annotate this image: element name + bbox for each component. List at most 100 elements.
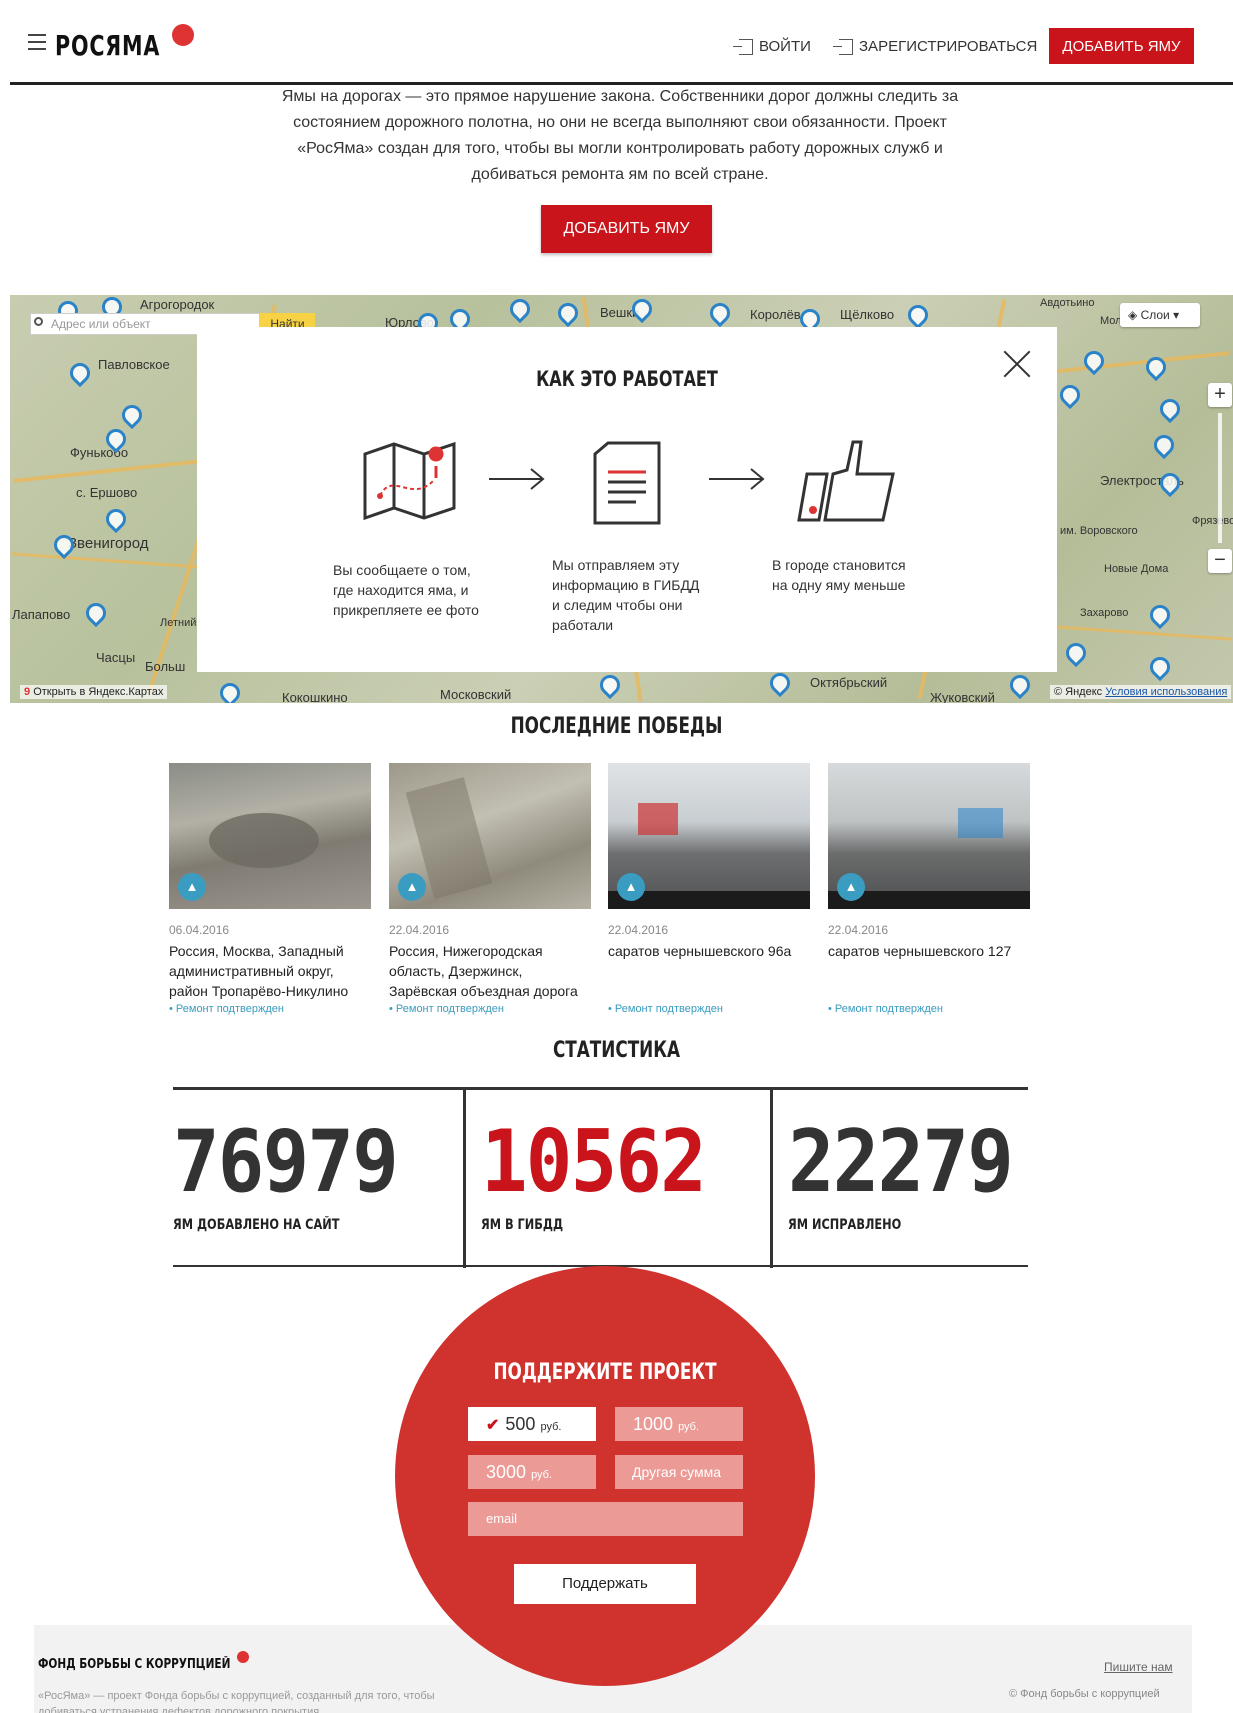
zoom-in-button[interactable]: + <box>1208 383 1232 407</box>
menu-icon[interactable] <box>28 34 46 50</box>
map-place: Лапапово <box>12 607 71 622</box>
donate-title: ПОДДЕРЖИТЕ ПРОЕКТ <box>493 1360 717 1385</box>
map-place: им. Воровского <box>1060 525 1138 537</box>
search-icon <box>34 317 43 326</box>
intro-add-pit-button[interactable]: ДОБАВИТЬ ЯМУ <box>541 205 712 253</box>
victory-address[interactable]: саратов чернышевского 127 <box>828 941 1030 1003</box>
yandex-pin-icon: 9 <box>24 686 34 698</box>
victory-status: • Ремонт подтвержден <box>608 1003 723 1015</box>
footer-logo-dot <box>237 1651 249 1663</box>
arrow-right-icon <box>709 468 765 490</box>
intro-text: Ямы на дорогах — это прямое нарушение за… <box>281 88 959 183</box>
document-icon <box>593 441 661 525</box>
map-place: Захарово <box>1080 607 1129 619</box>
map-place: Звенигород <box>68 535 149 552</box>
map-copyright: © Яндекс Условия использования <box>1050 685 1232 699</box>
amount-unit: руб. <box>678 1421 700 1433</box>
victory-card[interactable]: ▲ 22.04.2016 саратов чернышевского 96а •… <box>608 763 810 1015</box>
map-terms-link[interactable]: Условия использования <box>1105 686 1227 698</box>
pit-marker-icon[interactable] <box>1055 380 1085 410</box>
pit-marker-icon[interactable] <box>1005 670 1035 700</box>
arrow-right-icon <box>489 468 545 490</box>
road-repair-icon: ▲ <box>617 873 645 901</box>
open-in-yandex-link[interactable]: 9 Открыть в Яндекс.Картах <box>20 685 168 699</box>
login-link[interactable]: ВОЙТИ <box>733 38 811 55</box>
map-layers-button[interactable]: ◈ Слои ▾ <box>1120 303 1200 327</box>
victory-card[interactable]: ▲ 22.04.2016 Россия, Нижегородская облас… <box>389 763 591 1015</box>
pit-photo[interactable]: ▲ <box>608 763 810 909</box>
pit-marker-icon[interactable] <box>65 358 95 388</box>
pit-marker-icon[interactable] <box>1145 652 1175 682</box>
stats-panel: 76979 ЯМ ДОБАВЛЕНО НА САЙТ 10562 ЯМ В ГИ… <box>173 1087 1028 1268</box>
pit-marker-icon[interactable] <box>215 678 245 703</box>
zoom-slider[interactable] <box>1218 413 1222 543</box>
map-place: Жуковский <box>930 690 995 703</box>
amount-3000-option[interactable]: 3000 руб. <box>468 1455 596 1489</box>
donate-section: ПОДДЕРЖИТЕ ПРОЕКТ ✔ 500 руб. 1000 руб. 30… <box>395 1266 815 1686</box>
pit-marker-icon[interactable] <box>903 300 933 330</box>
register-label: ЗАРЕГИСТРИРОВАТЬСЯ <box>859 38 1038 55</box>
victory-card[interactable]: ▲ 06.04.2016 Россия, Москва, Западный ад… <box>169 763 371 1015</box>
pit-marker-icon[interactable] <box>1145 600 1175 630</box>
step-2-text: Мы отправляем эту информацию в ГИБДД и с… <box>552 557 700 633</box>
close-icon[interactable] <box>1002 349 1032 379</box>
victory-status: • Ремонт подтвержден <box>389 1003 504 1015</box>
step-1-text: Вы сообщаете о том, где находится яма, и… <box>333 562 479 618</box>
pit-marker-icon[interactable] <box>101 504 131 534</box>
pit-marker-icon[interactable] <box>1149 430 1179 460</box>
map-place: Павловское <box>98 357 170 372</box>
other-amount-option[interactable]: Другая сумма <box>615 1455 743 1489</box>
pit-marker-icon[interactable] <box>81 598 111 628</box>
stat-gibdd: 10562 ЯМ В ГИБДД <box>481 1090 771 1265</box>
email-field[interactable]: email <box>468 1502 743 1536</box>
register-link[interactable]: ЗАРЕГИСТРИРОВАТЬСЯ <box>833 38 1038 55</box>
map-place: Часцы <box>96 650 136 665</box>
map-place: Кокошкино <box>282 690 348 703</box>
amount-1000-option[interactable]: 1000 руб. <box>615 1407 743 1441</box>
pit-marker-icon[interactable] <box>1155 394 1185 424</box>
victory-status: • Ремонт подтвержден <box>169 1003 284 1015</box>
pit-marker-icon[interactable] <box>505 295 535 324</box>
pit-marker-icon[interactable] <box>1079 346 1109 376</box>
stat-label: ЯМ ДОБАВЛЕНО НА САЙТ <box>173 1217 340 1233</box>
site-logo[interactable]: РОСЯМА <box>55 29 160 62</box>
road-repair-icon: ▲ <box>178 873 206 901</box>
amount-500-option[interactable]: ✔ 500 руб. <box>468 1407 596 1441</box>
layers-label: Слои <box>1140 308 1170 322</box>
pit-photo[interactable]: ▲ <box>389 763 591 909</box>
contact-link[interactable]: Пишите нам <box>1104 1660 1173 1674</box>
amount-value: 1000 <box>633 1414 674 1434</box>
stat-label: ЯМ ИСПРАВЛЕНО <box>788 1217 902 1233</box>
victories-title: ПОСЛЕДНИЕ ПОБЕДЫ <box>510 714 723 739</box>
victory-card[interactable]: ▲ 22.04.2016 саратов чернышевского 127 •… <box>828 763 1030 1015</box>
amount-value: 3000 <box>486 1462 527 1482</box>
pit-marker-icon[interactable] <box>117 400 147 430</box>
stat-divider <box>770 1090 773 1268</box>
road-repair-icon: ▲ <box>837 873 865 901</box>
check-icon: ✔ <box>486 1417 500 1434</box>
victory-date: 22.04.2016 <box>389 923 450 937</box>
victory-address[interactable]: Россия, Нижегородская область, Дзержинск… <box>389 941 591 1003</box>
site-header: РОСЯМА ВОЙТИ ЗАРЕГИСТРИРОВАТЬСЯ ДОБАВИТЬ… <box>0 0 1233 85</box>
pit-marker-icon[interactable] <box>595 670 625 700</box>
victory-address[interactable]: Россия, Москва, Западный административны… <box>169 941 371 1003</box>
victory-date: 22.04.2016 <box>608 923 669 937</box>
pit-photo[interactable]: ▲ <box>169 763 371 909</box>
map-pin-icon <box>363 441 456 520</box>
stat-value: 76979 <box>173 1112 399 1212</box>
footer-title: ФОНД БОРЬБЫ С КОРРУПЦИЕЙ <box>38 1657 231 1672</box>
amount-unit: руб. <box>540 1421 562 1433</box>
add-pit-button[interactable]: ДОБАВИТЬ ЯМУ <box>1049 28 1194 64</box>
map-place: Московский <box>440 687 512 702</box>
register-icon <box>833 38 853 55</box>
pit-marker-icon[interactable] <box>1061 638 1091 668</box>
login-icon <box>733 38 753 55</box>
step-3-text: В городе становится на одну яму меньше <box>772 557 906 593</box>
victory-address[interactable]: саратов чернышевского 96а <box>608 941 810 1003</box>
pit-marker-icon[interactable] <box>705 298 735 328</box>
support-button[interactable]: Поддержать <box>514 1564 696 1604</box>
pit-marker-icon[interactable] <box>553 298 583 328</box>
pit-photo[interactable]: ▲ <box>828 763 1030 909</box>
pit-marker-icon[interactable] <box>765 668 795 698</box>
zoom-out-button[interactable]: − <box>1208 549 1232 573</box>
